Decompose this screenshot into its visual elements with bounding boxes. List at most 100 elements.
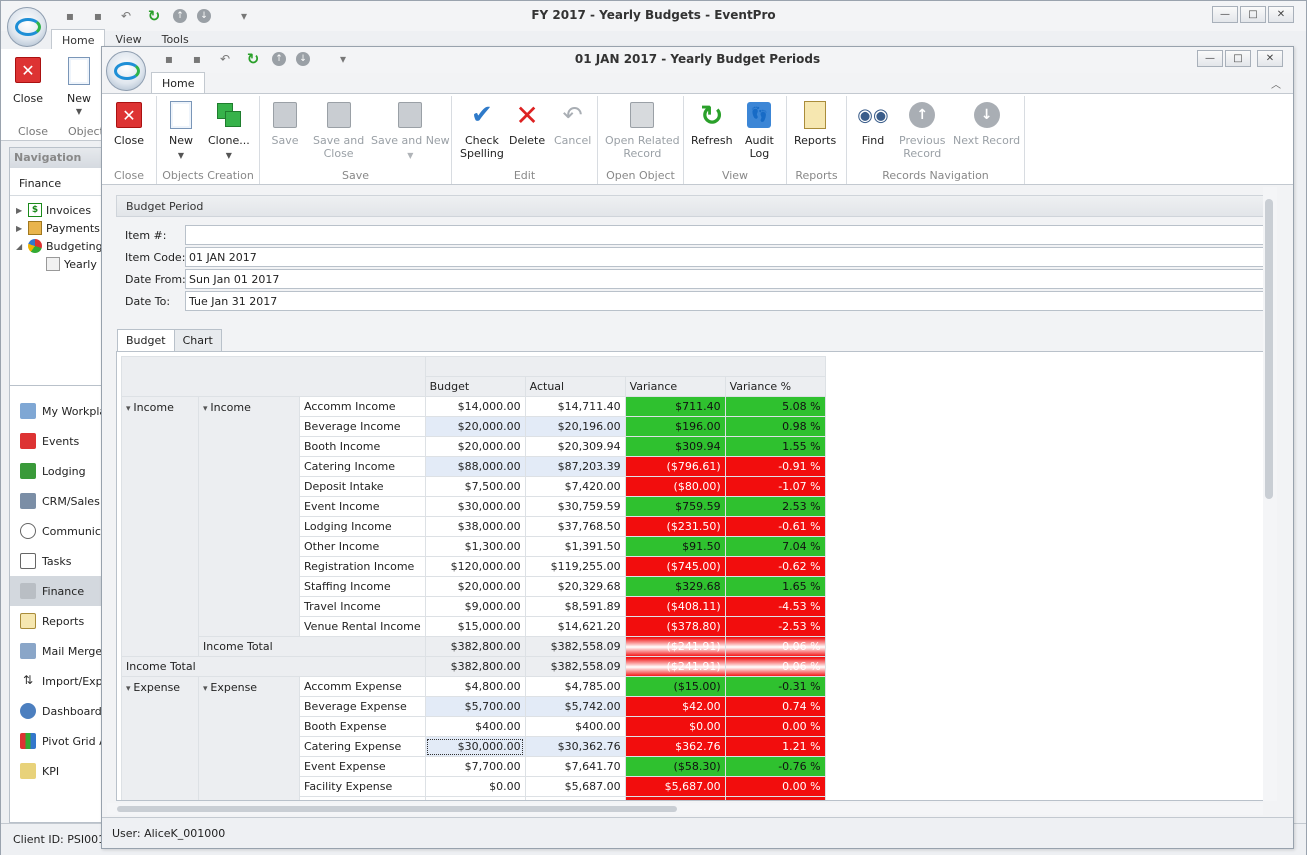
variance-percent-cell[interactable]: -0.91 %	[724, 456, 826, 477]
actual-cell[interactable]: $5,742.00	[524, 696, 626, 717]
undo-icon[interactable]: ↶	[117, 7, 135, 25]
row-group-header[interactable]: ▾ Income	[121, 396, 199, 657]
variance-percent-cell[interactable]: 0.98 %	[724, 416, 826, 437]
row-subgroup-header[interactable]: ▾ Expense	[198, 676, 300, 800]
down-icon[interactable]: ↓	[296, 52, 310, 66]
budget-cell[interactable]: $1,300.00	[424, 536, 526, 557]
tab-budget[interactable]: Budget	[117, 329, 175, 352]
save-icon[interactable]: ▪	[160, 50, 178, 68]
budget-cell[interactable]: $30,000.00	[424, 736, 526, 757]
nav-item-pivot-grid[interactable]: Pivot Grid Analysis	[10, 726, 101, 756]
variance-cell[interactable]: ($796.61)	[624, 456, 726, 477]
row-label[interactable]: Other Income	[299, 536, 426, 557]
collapse-ribbon-icon[interactable]: ︿	[1271, 76, 1281, 91]
minimize-button[interactable]: —	[1212, 6, 1238, 23]
variance-percent-cell[interactable]: 2.53 %	[724, 496, 826, 517]
reports-button[interactable]: Reports	[794, 100, 836, 147]
tab-home[interactable]: Home	[51, 29, 106, 51]
budget-cell[interactable]: $38,000.00	[424, 516, 526, 537]
actual-cell[interactable]: $30,759.59	[524, 496, 626, 517]
nav-item-mail-merge[interactable]: Mail Merge	[10, 636, 101, 666]
actual-cell[interactable]: $119,255.00	[524, 556, 626, 577]
find-button[interactable]: ◉◉ Find	[857, 100, 888, 147]
refresh-button[interactable]: ↻ Refresh	[691, 100, 733, 147]
check-spelling-button[interactable]: ✔ Check Spelling	[460, 100, 504, 161]
variance-cell[interactable]: ($15.00)	[624, 676, 726, 697]
budget-cell[interactable]: $20,000.00	[424, 416, 526, 437]
nav-item-import-export[interactable]: ⇅ Import/Export	[10, 666, 101, 696]
actual-cell[interactable]: $30,362.76	[524, 736, 626, 757]
variance-percent-cell[interactable]: -1.07 %	[724, 476, 826, 497]
cancel-button[interactable]: ↶ Cancel	[554, 100, 591, 148]
variance-cell[interactable]: ($80.00)	[624, 476, 726, 497]
undo-icon[interactable]: ↶	[216, 50, 234, 68]
variance-percent-cell[interactable]: 1.55 %	[724, 436, 826, 457]
row-label[interactable]: Travel Income	[299, 596, 426, 617]
variance-percent-cell[interactable]: 1.21 %	[724, 736, 826, 757]
variance-cell[interactable]: $362.76	[624, 736, 726, 757]
variance-cell[interactable]: $42.00	[624, 696, 726, 717]
variance-percent-cell[interactable]: -0.31 %	[724, 676, 826, 697]
vertical-scroll-thumb[interactable]	[1265, 199, 1273, 499]
column-header[interactable]: Budget	[424, 376, 526, 397]
nav-item-communications[interactable]: Communications	[10, 516, 101, 546]
nav-item-lodging[interactable]: Lodging	[10, 456, 101, 486]
variance-percent-cell[interactable]: -0.61 %	[724, 516, 826, 537]
variance-cell[interactable]: ($241.91)	[624, 636, 726, 657]
nav-item-crm-sales[interactable]: CRM/Sales	[10, 486, 101, 516]
row-label[interactable]: Staffing Income	[299, 576, 426, 597]
budget-cell[interactable]: $0.00	[424, 776, 526, 797]
maximize-button[interactable]: □	[1240, 6, 1266, 23]
refresh-icon[interactable]: ↻	[145, 7, 163, 25]
actual-cell[interactable]: $7,641.70	[524, 756, 626, 777]
variance-percent-cell[interactable]: 0.00 %	[724, 776, 826, 797]
horizontal-scrollbar[interactable]	[107, 803, 1263, 815]
save-and-close-button[interactable]: Save and Close	[313, 100, 364, 160]
date-to-field[interactable]: Tue Jan 31 2017	[185, 291, 1272, 311]
budget-cell[interactable]: $120,000.00	[424, 556, 526, 577]
row-label[interactable]: Registration Income	[299, 556, 426, 577]
expand-icon[interactable]: ▶	[16, 224, 24, 233]
budget-cell[interactable]: $7,500.00	[424, 476, 526, 497]
actual-cell[interactable]: $1,391.50	[524, 536, 626, 557]
variance-cell[interactable]: $91.50	[624, 536, 726, 557]
save-button[interactable]: Save	[271, 100, 299, 147]
actual-cell[interactable]	[524, 796, 626, 800]
tree-item-budgeting[interactable]: ◢ Budgeting	[16, 239, 101, 253]
column-header[interactable]: Variance %	[724, 376, 826, 397]
item-number-field[interactable]	[185, 225, 1272, 245]
variance-percent-cell[interactable]: 5.08 %	[724, 396, 826, 417]
collapse-icon[interactable]: ◢	[16, 242, 24, 251]
nav-item-finance[interactable]: Finance	[10, 576, 101, 606]
row-label[interactable]: Booth Expense	[299, 716, 426, 737]
variance-cell[interactable]: ($58.30)	[624, 756, 726, 777]
save-close-icon[interactable]: ▪	[89, 7, 107, 25]
actual-cell[interactable]: $14,711.40	[524, 396, 626, 417]
variance-percent-cell[interactable]: -2.53 %	[724, 616, 826, 637]
tab-chart[interactable]: Chart	[173, 329, 222, 352]
variance-percent-cell[interactable]	[724, 796, 826, 800]
budget-cell[interactable]: $20,000.00	[424, 436, 526, 457]
down-icon[interactable]: ↓	[197, 9, 211, 23]
budget-cell[interactable]	[424, 796, 526, 800]
actual-cell[interactable]: $400.00	[524, 716, 626, 737]
variance-cell[interactable]	[624, 796, 726, 800]
row-group-header[interactable]: ▾ Expense	[121, 676, 199, 800]
variance-cell[interactable]: $196.00	[624, 416, 726, 437]
row-label[interactable]: Catering Income	[299, 456, 426, 477]
variance-percent-cell[interactable]: -0.06 %	[724, 656, 826, 677]
nav-item-events[interactable]: Events	[10, 426, 101, 456]
actual-cell[interactable]: $7,420.00	[524, 476, 626, 497]
row-label[interactable]: Event Income	[299, 496, 426, 517]
nav-item-my-workplace[interactable]: My Workplace	[10, 396, 101, 426]
budget-cell[interactable]: $14,000.00	[424, 396, 526, 417]
row-label[interactable]: Venue Rental Income	[299, 616, 426, 637]
save-icon[interactable]: ▪	[61, 7, 79, 25]
variance-cell[interactable]: $5,687.00	[624, 776, 726, 797]
actual-cell[interactable]: $8,591.89	[524, 596, 626, 617]
variance-cell[interactable]: ($231.50)	[624, 516, 726, 537]
audit-log-button[interactable]: 👣 Audit Log	[745, 100, 774, 160]
row-label[interactable]: Accomm Expense	[299, 676, 426, 697]
main-new-button[interactable]: New ▼	[67, 57, 91, 116]
variance-percent-cell[interactable]: 0.74 %	[724, 696, 826, 717]
